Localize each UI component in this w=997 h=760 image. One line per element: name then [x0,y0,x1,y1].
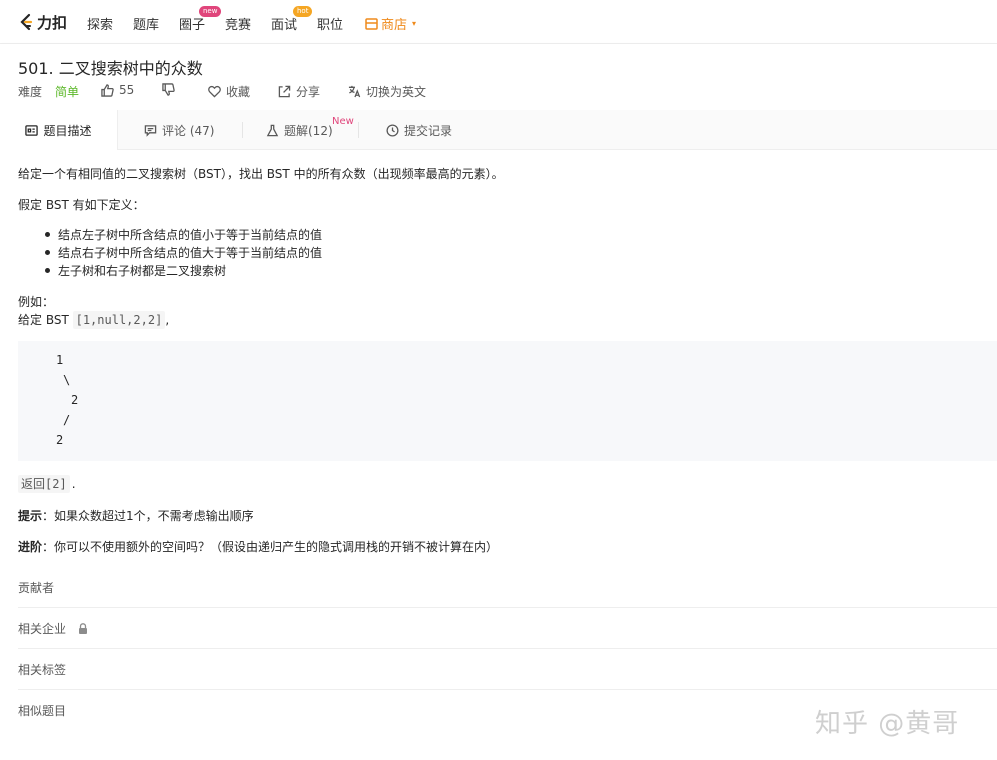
share-label: 分享 [296,85,321,99]
tree-line: \ [63,373,71,387]
example-input-code: [1,null,2,2] [72,311,166,329]
section-companies[interactable]: 相关企业 [18,608,997,649]
heart-icon [208,85,221,98]
nav-item-interview[interactable]: 面试 hot [271,6,313,33]
nav-item-explore[interactable]: 探索 [87,14,113,33]
solutions-new-badge: New [332,116,354,127]
watermark: 知乎 @黄哥 [815,709,960,739]
nav-item-problems[interactable]: 题库 [133,14,159,33]
leetcode-logo-icon [20,13,33,31]
thumbs-up-icon [101,83,114,97]
section-similar-label: 相似题目 [18,704,67,718]
tab-solutions[interactable]: 题解(12) [266,110,333,150]
list-item: 结点右子树中所含结点的值大于等于当前结点的值 [44,246,323,260]
advanced: 进阶：你可以不使用额外的空间吗？（假设由递归产生的隐式调用栈的开销不被计算在内） [18,538,498,555]
problem-title: 501. 二叉搜索树中的众数 [18,59,203,78]
advanced-text: ：你可以不使用额外的空间吗？（假设由递归产生的隐式调用栈的开销不被计算在内） [42,540,499,554]
description-icon [25,124,39,136]
difficulty: 难度 简单 [18,83,79,100]
dislike-button[interactable] [162,83,175,96]
tree-line: 1 [56,353,64,367]
problem-header: 501. 二叉搜索树中的众数 难度 简单 55 收藏 分享 切换为英文 [0,44,997,110]
like-count: 55 [119,83,135,97]
difficulty-value: 简单 [55,85,80,99]
top-navbar: 力扣 探索 题库 圈子 new 竞赛 面试 hot 职位 商店 ▾ [0,0,997,44]
list-item: 左子树和右子树都是二叉搜索树 [44,264,227,278]
clock-icon [386,123,399,137]
tab-submissions-label: 提交记录 [404,123,453,138]
caret-down-icon: ▾ [412,19,417,28]
store-icon [365,17,378,30]
tab-submissions[interactable]: 提交记录 [386,110,452,150]
nav-item-contest[interactable]: 竞赛 [225,14,251,33]
nav-item-circle-label: 圈子 [179,18,206,33]
definition-intro: 假定 BST 有如下定义： [18,198,145,212]
flask-icon [266,124,279,136]
tab-description-label: 题目描述 [43,123,92,138]
return-code: 返回[2] [18,475,70,493]
tree-line: 2 [71,393,79,407]
nav-item-circle[interactable]: 圈子 new [179,6,222,33]
hint-text: ：如果众数超过1个，不需考虑输出顺序 [42,509,254,523]
list-item: 结点左子树中所含结点的值小于等于当前结点的值 [44,228,323,242]
lock-icon [79,622,88,634]
tree-line: / [63,413,71,427]
translate-button[interactable]: 切换为英文 [348,83,426,100]
nav-item-store[interactable]: 商店 ▾ [365,14,416,33]
hint-label: 提示 [18,509,43,523]
return-suffix: . [71,477,76,491]
tree-line: 2 [56,433,64,447]
nav-item-jobs[interactable]: 职位 [317,14,343,33]
description-intro: 给定一个有相同值的二叉搜索树（BST），找出 BST 中的所有众数（出现频率最高… [18,167,504,181]
example-given-prefix: 给定 BST [18,313,73,327]
section-companies-label: 相关企业 [18,621,67,636]
logo-text: 力扣 [37,13,68,32]
example-given: 给定 BST [1,null,2,2], [18,311,170,329]
like-button[interactable]: 55 [101,83,134,97]
section-contributors-label: 贡献者 [18,580,55,595]
problem-tabs: 题目描述 评论 (47) 题解(12) New 提交记录 [0,110,997,150]
tree-code-block: 1 \ 2 / 2 [18,341,997,461]
share-icon [278,85,291,98]
translate-label: 切换为英文 [366,85,427,99]
advanced-label: 进阶 [18,540,43,554]
favorite-button[interactable]: 收藏 [208,83,250,100]
thumbs-down-icon [162,83,175,96]
difficulty-label: 难度 [18,85,43,99]
section-tags[interactable]: 相关标签 [18,649,997,690]
hot-badge: hot [293,6,313,17]
comment-icon [144,124,157,137]
tab-separator [242,122,243,138]
leetcode-logo[interactable]: 力扣 [18,11,67,33]
example-label: 例如： [18,295,55,309]
translate-icon [348,85,361,98]
share-button[interactable]: 分享 [278,83,320,100]
section-tags-label: 相关标签 [18,662,67,677]
tab-separator [358,122,359,138]
tab-comments[interactable]: 评论 (47) [144,110,214,150]
favorite-label: 收藏 [226,85,251,99]
example-given-suffix: , [165,313,170,327]
tab-comments-label: 评论 (47) [162,123,215,138]
return-line: 返回[2]. [18,475,76,493]
section-contributors[interactable]: 贡献者 [18,567,997,608]
store-label: 商店 [381,18,408,33]
hint: 提示：如果众数超过1个，不需考虑输出顺序 [18,507,254,524]
new-badge: new [199,6,222,17]
nav-item-interview-label: 面试 [271,18,298,33]
tab-description[interactable]: 题目描述 [0,110,118,150]
tab-solutions-label: 题解(12) [284,123,333,138]
